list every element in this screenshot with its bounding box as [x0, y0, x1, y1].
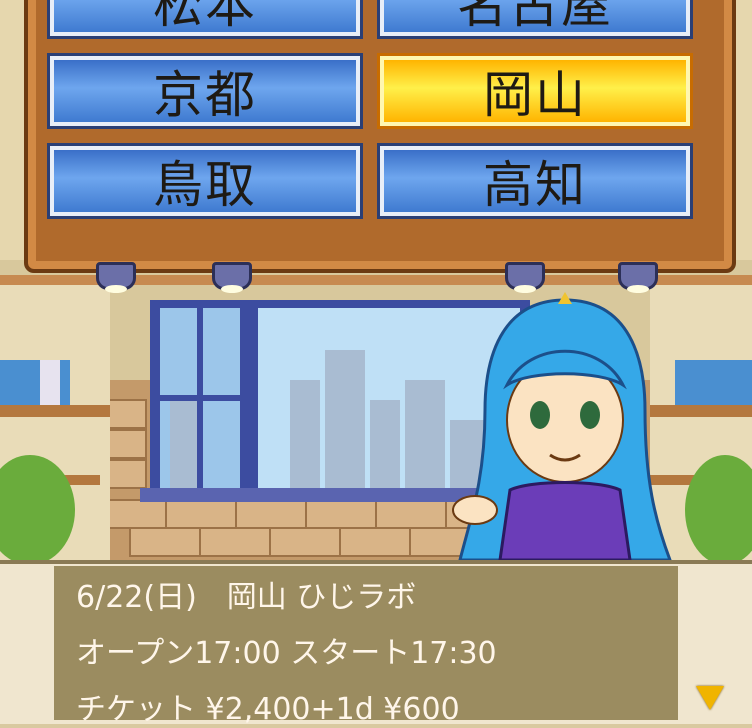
game-scene: 松本 名古屋 京都 岡山 鳥取 高知 6/22(日) 岡山 ひじラボ オープン1… — [0, 0, 752, 727]
spotlight-icon — [618, 262, 658, 293]
left-shelf — [0, 280, 110, 565]
city-select-board — [24, 0, 736, 273]
city-option-tottori[interactable]: 鳥取 — [50, 146, 360, 216]
city-option-okayama[interactable]: 岡山 — [380, 56, 690, 126]
spotlight-icon — [96, 262, 136, 293]
message-line-times: オープン17:00 スタート17:30 — [76, 636, 497, 671]
spotlight-icon — [505, 262, 545, 293]
city-option-nagoya[interactable]: 名古屋 — [380, 0, 690, 36]
city-option-kyoto[interactable]: 京都 — [50, 56, 360, 126]
city-option-kochi[interactable]: 高知 — [380, 146, 690, 216]
spotlight-icon — [212, 262, 252, 293]
message-line-date-venue: 6/22(日) 岡山 ひじラボ — [76, 580, 417, 615]
guide-character — [452, 292, 672, 560]
next-arrow-icon[interactable] — [696, 686, 724, 710]
city-option-matsumoto[interactable]: 松本 — [50, 0, 360, 36]
message-line-ticket: チケット ¥2,400+1d ¥600 — [76, 692, 460, 727]
